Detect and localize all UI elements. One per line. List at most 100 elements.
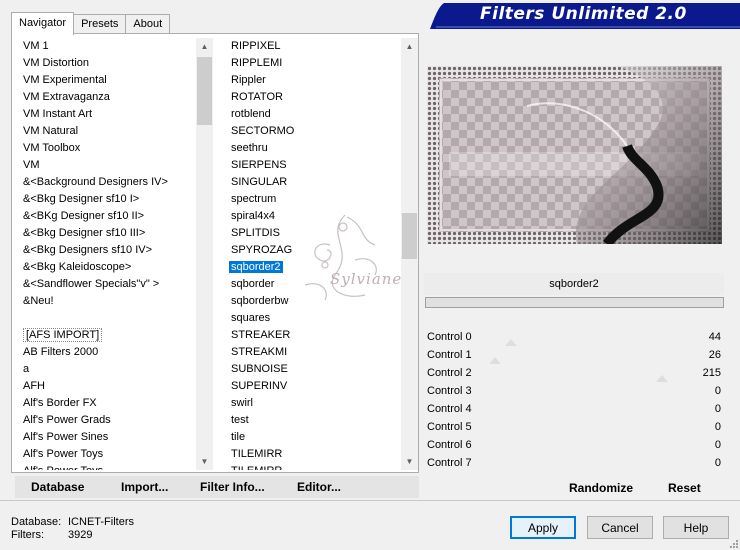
filters-label: Filters: [11,529,44,541]
control-slider-2[interactable]: Control 2 215 [424,364,724,382]
filter-item[interactable]: swirl [227,395,399,412]
filter-item[interactable]: SPYROZAG [227,242,399,259]
category-item[interactable]: &<Bkg Kaleidoscope> [20,259,196,276]
filter-item[interactable]: TILEMIRR [227,446,399,463]
filter-item[interactable]: seethru [227,140,399,157]
category-item[interactable]: Alf's Power Sines [20,429,196,446]
filter-item[interactable]: SIERPENS [227,157,399,174]
category-item[interactable]: Alf's Border FX [20,395,196,412]
slider-marker-icon[interactable] [504,339,517,346]
preview-image [427,66,722,244]
category-item[interactable]: &<Background Designers IV> [20,174,196,191]
filter-item[interactable]: tile [227,429,399,446]
control-value: 44 [708,331,721,343]
filter-item[interactable]: spiral4x4 [227,208,399,225]
control-value: 215 [702,367,721,379]
import-button[interactable]: Import... [121,480,168,494]
control-label: Control 0 [427,331,472,343]
filter-item[interactable]: SPLITDIS [227,225,399,242]
tab-strip: Navigator Presets About [11,12,171,35]
slider-marker-icon[interactable] [488,357,501,364]
filter-item[interactable]: RIPPIXEL [227,38,399,55]
category-item[interactable]: [AFS IMPORT] [20,327,196,344]
control-slider-3[interactable]: Control 3 0 [424,382,724,400]
scroll-thumb[interactable] [402,213,417,259]
filter-item[interactable]: Rippler [227,72,399,89]
watermark-text: Sylviane [330,270,403,288]
filter-item[interactable]: RIPPLEMI [227,55,399,72]
filter-item[interactable]: SECTORMO [227,123,399,140]
filter-item[interactable]: test [227,412,399,429]
scroll-up-icon[interactable]: ▲ [401,38,418,55]
tab-navigator[interactable]: Navigator [11,12,75,35]
current-filter-name: sqborder2 [424,273,724,295]
control-label: Control 2 [427,367,472,379]
help-button[interactable]: Help [663,516,729,539]
category-scrollbar[interactable]: ▲ ▼ [196,38,213,470]
list-button-bar: Database Import... Filter Info... Editor… [15,476,419,498]
category-item[interactable]: &<Sandflower Specials"v" > [20,276,196,293]
apply-button[interactable]: Apply [510,516,576,539]
category-item[interactable]: &<Bkg Designer sf10 III> [20,225,196,242]
control-slider-5[interactable]: Control 5 0 [424,418,724,436]
tab-presets[interactable]: Presets [73,14,127,34]
control-value: 0 [714,457,721,469]
category-item[interactable]: Alf's Power Toys [20,463,196,470]
category-item[interactable]: &<BKg Designer sf10 II> [20,208,196,225]
filter-item[interactable]: spectrum [227,191,399,208]
control-slider-1[interactable]: Control 1 26 [424,346,724,364]
category-list[interactable]: VM 1 VM Distortion VM Experimental VM Extra… [20,38,196,470]
filter-item[interactable]: STREAKMI [227,344,399,361]
filter-item[interactable]: TILEMIRR [227,463,399,470]
filter-scrollbar[interactable]: ▲ ▼ [401,38,418,470]
category-item[interactable]: &<Bkg Designer sf10 I> [20,191,196,208]
scroll-thumb[interactable] [197,57,212,125]
filter-item[interactable]: SINGULAR [227,174,399,191]
filter-item[interactable]: squares [227,310,399,327]
category-item[interactable]: &<Bkg Designers sf10 IV> [20,242,196,259]
category-item[interactable]: VM Distortion [20,55,196,72]
slider-marker-icon[interactable] [655,375,668,382]
filter-info-button[interactable]: Filter Info... [200,480,265,494]
category-item[interactable]: AFH [20,378,196,395]
control-slider-4[interactable]: Control 4 0 [424,400,724,418]
database-button[interactable]: Database [31,480,84,494]
control-slider-6[interactable]: Control 6 0 [424,436,724,454]
filter-item[interactable]: sqborderbw [227,293,399,310]
banner-title: Filters Unlimited 2.0 [480,4,687,24]
filter-item[interactable]: ROTATOR [227,89,399,106]
filter-item[interactable]: SUBNOISE [227,361,399,378]
category-item[interactable]: VM Toolbox [20,140,196,157]
database-value: ICNET-Filters [68,516,134,528]
filter-item[interactable]: rotblend [227,106,399,123]
editor-button[interactable]: Editor... [297,480,341,494]
category-item[interactable]: Alf's Power Toys [20,446,196,463]
category-item[interactable]: Alf's Power Grads [20,412,196,429]
category-item[interactable]: AB Filters 2000 [20,344,196,361]
filter-item[interactable]: SUPERINV [227,378,399,395]
category-item[interactable]: &Neu! [20,293,196,310]
category-item[interactable]: VM Extravaganza [20,89,196,106]
control-label: Control 7 [427,457,472,469]
randomize-button[interactable]: Randomize [569,481,633,495]
controls-panel: Control 0 44 Control 1 26 Control 2 215 Contro… [424,328,724,472]
filter-item[interactable]: STREAKER [227,327,399,344]
category-item[interactable]: VM Instant Art [20,106,196,123]
control-label: Control 1 [427,349,472,361]
cancel-button[interactable]: Cancel [587,516,653,539]
tab-about[interactable]: About [125,14,171,34]
filter-list[interactable]: RIPPIXEL RIPPLEMI Rippler ROTATOR rotblend SE… [227,38,399,470]
scroll-down-icon[interactable]: ▼ [401,453,418,470]
category-item[interactable]: a [20,361,196,378]
scroll-up-icon[interactable]: ▲ [196,38,213,55]
category-item[interactable]: VM 1 [20,38,196,55]
resize-grip-icon[interactable] [727,537,739,549]
reset-button[interactable]: Reset [668,481,701,495]
control-slider-7[interactable]: Control 7 0 [424,454,724,472]
control-value: 0 [714,403,721,415]
category-item[interactable]: VM Experimental [20,72,196,89]
control-slider-0[interactable]: Control 0 44 [424,328,724,346]
category-item[interactable]: VM Natural [20,123,196,140]
scroll-down-icon[interactable]: ▼ [196,453,213,470]
category-item[interactable]: VM [20,157,196,174]
